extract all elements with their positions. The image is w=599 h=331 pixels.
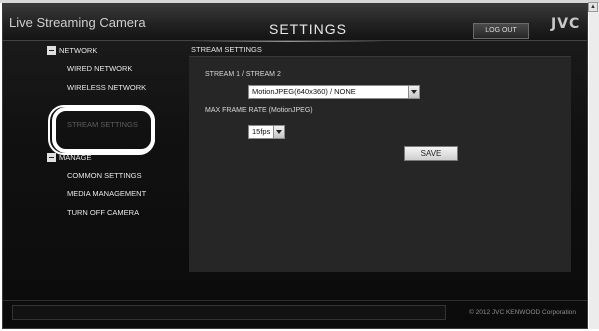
sidebar-item-turn-off-camera[interactable]: TURN OFF CAMERA (67, 207, 139, 219)
heading-underline (191, 41, 386, 42)
collapse-icon[interactable] (47, 45, 56, 55)
stream-label: STREAM 1 / STREAM 2 (205, 71, 281, 78)
app-window: Live Streaming Camera SETTINGS LOG OUT J… (2, 3, 588, 329)
sidebar-section-network[interactable]: NETWORK (47, 45, 97, 57)
scroll-up-arrow-icon[interactable]: ▲ (588, 2, 598, 12)
frame-rate-label: MAX FRAME RATE (MotionJPEG) (205, 107, 313, 114)
copyright-text: © 2012 JVC KENWOOD Corporation (469, 309, 577, 316)
footer-status-field (12, 305, 446, 320)
app-title: Live Streaming Camera (9, 15, 146, 30)
frame-rate-select[interactable]: 15fps (248, 125, 285, 139)
section-title: STREAM SETTINGS (191, 45, 262, 54)
stream-select[interactable]: MotionJPEG(640x360) / NONE (248, 85, 420, 99)
sidebar: NETWORK WIRED NETWORK WIRELESS NETWORK S… (3, 42, 183, 272)
sidebar-item-wired-network[interactable]: WIRED NETWORK (67, 63, 132, 75)
title-bar: Live Streaming Camera SETTINGS LOG OUT J… (3, 4, 587, 41)
frame-rate-select-value: 15fps (252, 127, 271, 136)
logout-button[interactable]: LOG OUT (473, 23, 529, 39)
sidebar-item-common-settings[interactable]: COMMON SETTINGS (67, 170, 142, 182)
brand-logo: JVC (551, 16, 581, 32)
chevron-down-icon[interactable] (273, 126, 284, 138)
footer-divider (3, 300, 587, 301)
sidebar-section-label: NETWORK (59, 46, 98, 55)
settings-panel: STREAM 1 / STREAM 2 MotionJPEG(640x360) … (189, 56, 571, 272)
save-button[interactable]: SAVE (404, 146, 458, 161)
sidebar-item-wireless-network[interactable]: WIRELESS NETWORK (67, 82, 146, 94)
stream-select-value: MotionJPEG(640x360) / NONE (252, 87, 356, 96)
window-right-edge (589, 3, 599, 329)
highlight-ring-annotation (48, 105, 155, 155)
sidebar-item-media-management[interactable]: MEDIA MANAGEMENT (67, 188, 146, 200)
collapse-icon[interactable] (47, 152, 56, 162)
page-title: SETTINGS (269, 21, 348, 37)
chevron-down-icon[interactable] (408, 86, 419, 98)
